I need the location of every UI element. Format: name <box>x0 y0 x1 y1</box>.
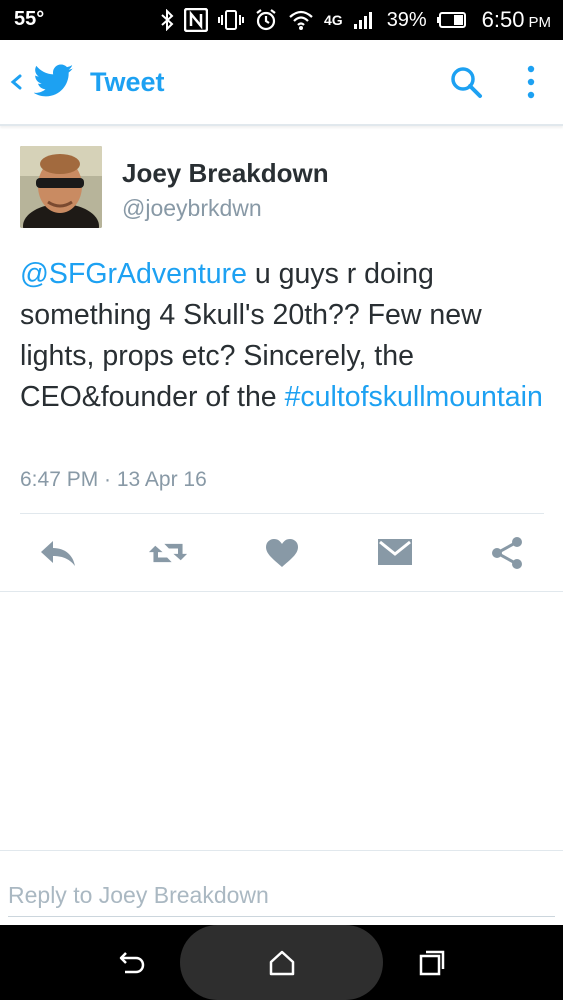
back-icon <box>119 952 145 974</box>
page-title: Tweet <box>90 67 165 97</box>
vibrate-icon <box>218 6 244 34</box>
status-icons: 4G 39% <box>160 6 467 34</box>
tweet-actions <box>0 515 563 591</box>
tweet-text: @SFGrAdventure u guys r doing something … <box>20 254 550 418</box>
system-back-button[interactable] <box>116 949 148 977</box>
clock-ampm: PM <box>528 14 552 31</box>
direct-message-button[interactable] <box>375 535 415 571</box>
direct-message-icon <box>378 539 412 565</box>
back-button[interactable] <box>8 68 24 96</box>
author-handle[interactable]: @joeybrkdwn <box>122 195 262 222</box>
search-icon <box>451 67 482 98</box>
retweet-icon <box>148 543 188 563</box>
reply-button[interactable] <box>38 535 78 571</box>
battery-percent: 39% <box>386 8 427 31</box>
search-button[interactable] <box>448 64 484 105</box>
signal-icon <box>353 6 375 34</box>
recents-icon <box>419 950 445 976</box>
hashtag-link[interactable]: #cultofskullmountain <box>285 381 543 413</box>
share-icon <box>492 537 522 569</box>
tweet-timestamp: 6:47 PM · 13 Apr 16 <box>20 468 207 491</box>
reply-icon <box>41 541 75 566</box>
retweet-button[interactable] <box>148 535 188 571</box>
clock: 6:50 PM <box>482 7 551 33</box>
wifi-icon <box>288 6 314 34</box>
system-nav-bar <box>0 925 563 1000</box>
home-icon <box>269 950 295 976</box>
system-recents-button[interactable] <box>416 949 448 977</box>
status-bar: 55° 4G 39% 6:50 PM <box>0 0 563 40</box>
reply-bar <box>0 850 563 925</box>
temperature: 55° <box>14 8 45 30</box>
reply-input[interactable] <box>8 875 555 917</box>
system-home-button[interactable] <box>266 949 298 977</box>
alarm-icon <box>254 6 278 34</box>
app-bar: Tweet <box>0 40 563 126</box>
twitter-bird-icon <box>33 64 74 103</box>
4g-lte-icon: 4G <box>324 12 343 28</box>
share-button[interactable] <box>487 535 527 571</box>
author-name[interactable]: Joey Breakdown <box>122 158 329 189</box>
battery-icon <box>436 6 467 34</box>
clock-time: 6:50 <box>481 7 525 32</box>
more-options-button[interactable] <box>526 64 536 105</box>
mention-link[interactable]: @SFGrAdventure <box>20 258 247 290</box>
divider <box>20 513 544 514</box>
bluetooth-icon <box>160 6 174 34</box>
nfc-icon <box>184 6 208 34</box>
divider <box>0 591 563 592</box>
avatar[interactable] <box>20 146 102 228</box>
overflow-menu-icon <box>527 65 535 99</box>
like-icon <box>266 539 298 567</box>
like-button[interactable] <box>262 535 302 571</box>
